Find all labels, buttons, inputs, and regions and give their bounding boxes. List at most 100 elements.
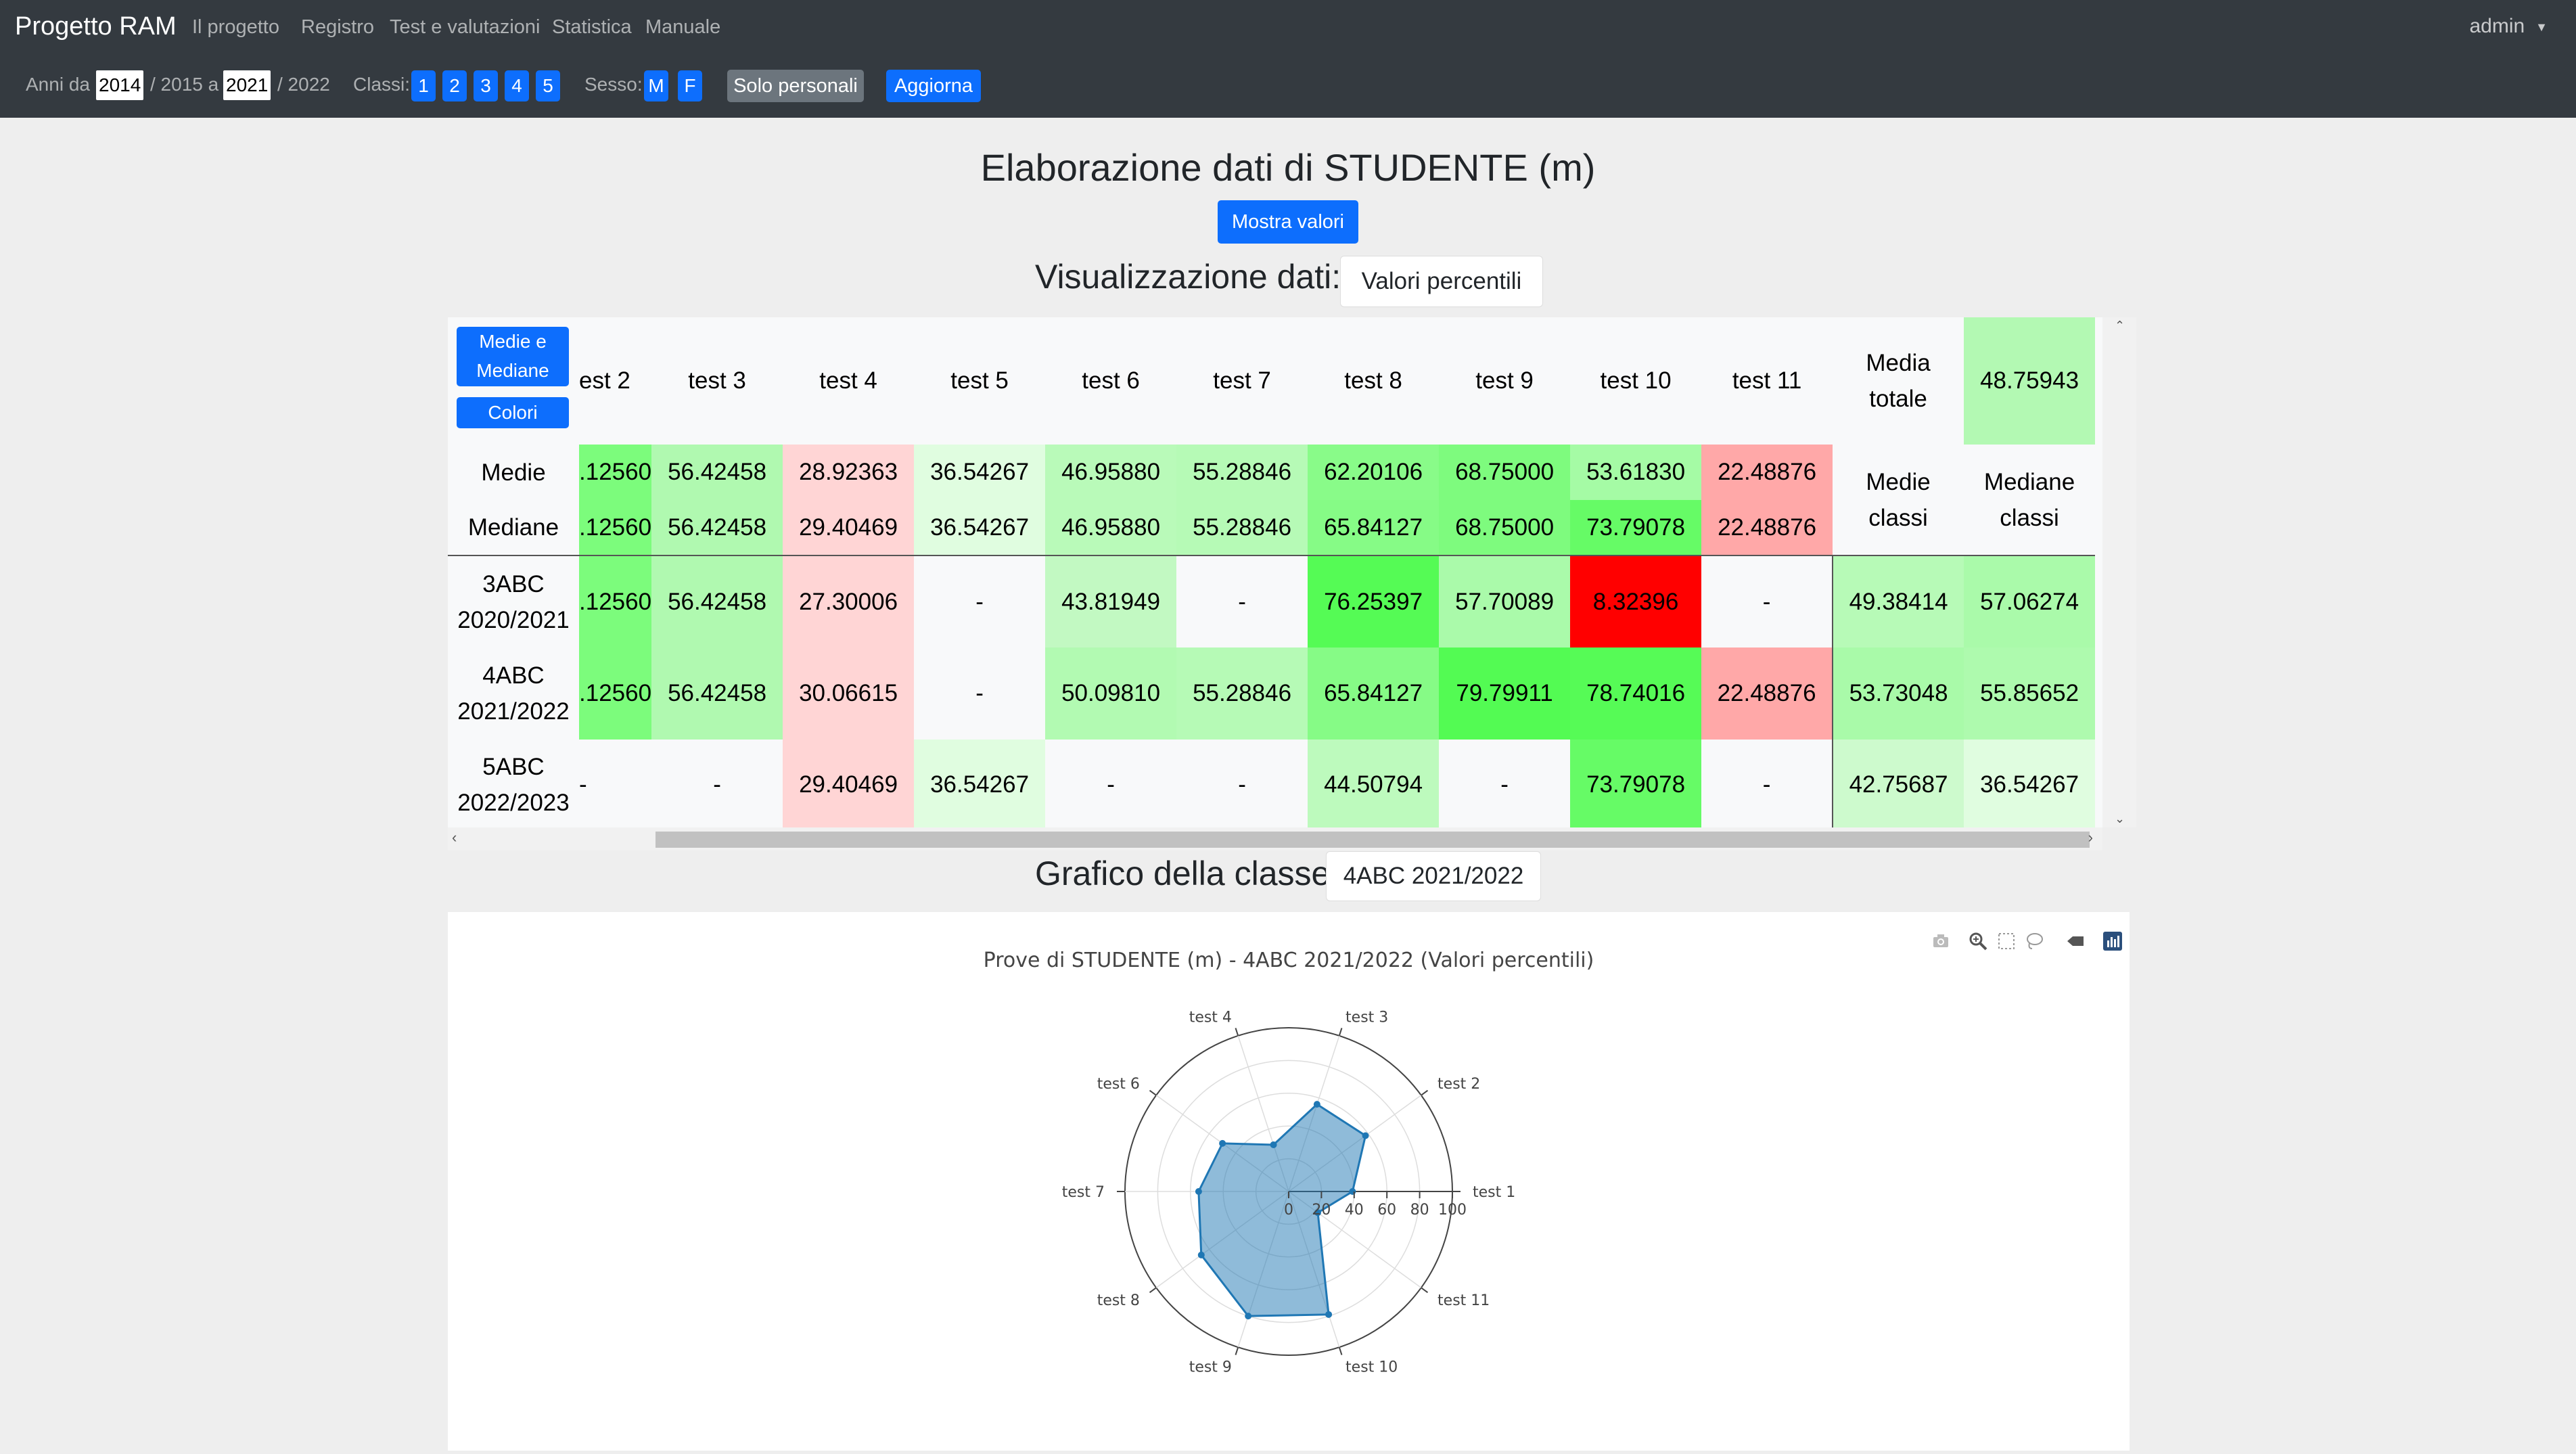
- mediane-classi-header: Mediane classi: [1964, 445, 2096, 556]
- table-cell: -: [1439, 740, 1571, 830]
- classe-1-button[interactable]: 1: [411, 70, 436, 101]
- angular-tick-label: test 10: [1346, 1359, 1398, 1376]
- brand[interactable]: Progetto RAM: [15, 12, 177, 41]
- classe-2-button[interactable]: 2: [442, 70, 467, 101]
- radial-tick-label: 100: [1438, 1202, 1467, 1219]
- table-row: Medie .12560 56.42458 28.92363 36.54267 46.95…: [448, 445, 2096, 556]
- angular-tick-label: test 9: [1189, 1359, 1232, 1376]
- scroll-left-icon[interactable]: ‹: [452, 829, 457, 846]
- table-cell: 28.92363: [783, 445, 915, 500]
- angular-tick-mark: [1338, 1346, 1343, 1355]
- user-name: admin: [2469, 15, 2525, 37]
- mostra-valori-button[interactable]: Mostra valori: [1218, 200, 1358, 244]
- angular-tick-mark: [1421, 1089, 1429, 1096]
- medie-classi-value: 42.75687: [1833, 740, 1964, 830]
- angular-tick-label: test 3: [1346, 1009, 1388, 1026]
- table-cell: 62.20106: [1308, 445, 1440, 500]
- nav-link-registro[interactable]: Registro: [301, 16, 374, 39]
- user-menu[interactable]: admin ▼: [2469, 15, 2548, 38]
- row-label-line1: 4ABC: [482, 662, 545, 689]
- table-cell: 56.42458: [651, 500, 783, 556]
- table-row: 3ABC 2020/2021.12560 56.42458 27.30006-43.8…: [448, 555, 2096, 648]
- row-label-line1: Medie: [481, 459, 546, 486]
- year-from-input[interactable]: 2014: [96, 70, 144, 100]
- scroll-up-icon[interactable]: ⌃: [2115, 319, 2125, 333]
- radar-point: [1219, 1139, 1226, 1147]
- medie-classi-header: Medie classi: [1833, 445, 1964, 556]
- medie-e-mediane-button[interactable]: Medie e Mediane: [457, 327, 569, 386]
- column-header-test-11: test 11: [1701, 317, 1833, 445]
- table-cell: 53.61830: [1570, 445, 1702, 500]
- solo-personali-button[interactable]: Solo personali: [727, 70, 864, 102]
- angular-tick-mark: [1338, 1028, 1343, 1037]
- row-label: Medie: [448, 445, 579, 500]
- radar-chart[interactable]: 0 20 40 60 80 100 test 1 test 2 test 3 test 4 test…: [448, 912, 2130, 1451]
- table-cell: 22.48876: [1701, 648, 1834, 740]
- horizontal-scrollbar[interactable]: ‹ ›: [448, 827, 2102, 850]
- media-totale-value: 48.75943: [1964, 317, 2096, 445]
- column-header-test-6: test 6: [1045, 317, 1177, 445]
- column-header-test-9: test 9: [1439, 317, 1571, 445]
- medie-classi-value: 53.73048: [1833, 648, 1964, 740]
- row-label-line1: Mediane: [467, 514, 559, 541]
- nav-link-test-e-valutazioni[interactable]: Test e valutazioni: [390, 16, 540, 39]
- table-cell: 27.30006: [783, 555, 915, 648]
- angular-tick-mark: [1149, 1089, 1157, 1096]
- caret-down-icon: ▼: [2535, 20, 2548, 34]
- mediane-classi-value: 57.06274: [1964, 555, 2096, 648]
- angular-tick-mark: [1235, 1028, 1239, 1037]
- radial-tick-label: 20: [1312, 1202, 1331, 1219]
- grafico-classe-select[interactable]: 4ABC 2021/2022: [1326, 851, 1541, 901]
- table-cell: 55.28846: [1176, 445, 1308, 500]
- table-cell: -: [1701, 740, 1834, 830]
- mediane-classi-value: 55.85652: [1964, 648, 2096, 740]
- table-cell: 50.09810: [1045, 648, 1177, 740]
- table-row: 5ABC 2022/2023- -29.40469 36.54267- -44.5079…: [448, 740, 2096, 830]
- table-cell: 56.42458: [651, 648, 783, 740]
- table-cell: 36.54267: [914, 500, 1046, 556]
- table-cell: 22.48876: [1701, 445, 1833, 500]
- row-label: 4ABC 2021/2022: [448, 648, 579, 740]
- horizontal-scrollbar-thumb[interactable]: [656, 832, 2090, 848]
- table-cell: -: [914, 648, 1046, 740]
- table-cell: .12560: [579, 555, 652, 648]
- medie-e-mediane-line1: Medie e: [479, 331, 547, 352]
- classe-3-button[interactable]: 3: [474, 70, 498, 101]
- vertical-scrollbar[interactable]: ⌃ ⌄: [2102, 317, 2136, 827]
- colori-button[interactable]: Colori: [457, 397, 569, 428]
- scroll-right-icon[interactable]: ›: [2088, 829, 2093, 846]
- column-header-test-10: test 10: [1570, 317, 1702, 445]
- media-totale-label-line2: totale: [1869, 386, 1927, 412]
- mediane-classi-header-line1: Mediane: [1983, 468, 2075, 495]
- scroll-down-icon[interactable]: ⌄: [2115, 812, 2125, 826]
- angular-tick-mark: [1235, 1346, 1239, 1355]
- visualizzazione-select[interactable]: Valori percentili: [1340, 256, 1543, 307]
- table-cell: .12560: [579, 500, 652, 556]
- table-cell: 36.54267: [914, 445, 1046, 500]
- table-cell: 57.70089: [1439, 555, 1571, 648]
- table-cell: -: [1701, 555, 1834, 648]
- medie-e-mediane-line2: Mediane: [476, 360, 549, 381]
- sesso-m-button[interactable]: M: [644, 70, 668, 101]
- radar-point: [1245, 1313, 1252, 1320]
- table-cell: 36.54267: [914, 740, 1046, 830]
- radial-tick-label: 0: [1284, 1202, 1293, 1219]
- year-to-input[interactable]: 2021: [223, 70, 271, 100]
- table-cell: 29.40469: [783, 740, 915, 830]
- classe-5-button[interactable]: 5: [536, 70, 560, 101]
- anni-da-label: Anni da: [26, 74, 90, 95]
- table-cell: 29.40469: [783, 500, 915, 556]
- medie-classi-value: 49.38414: [1833, 555, 1964, 648]
- nav-link-manuale[interactable]: Manuale: [645, 16, 720, 39]
- table-cell: 46.95880: [1045, 445, 1177, 500]
- aggiorna-button[interactable]: Aggiorna: [886, 70, 981, 102]
- radar-point: [1349, 1188, 1356, 1195]
- angular-tick-label: test 2: [1438, 1076, 1480, 1093]
- classe-4-button[interactable]: 4: [505, 70, 529, 101]
- nav-link-statistica[interactable]: Statistica: [552, 16, 632, 39]
- sesso-f-button[interactable]: F: [678, 70, 702, 101]
- nav-link-il-progetto[interactable]: Il progetto: [192, 16, 279, 39]
- table-cell: 56.42458: [651, 555, 783, 648]
- table-cell: 55.28846: [1176, 648, 1308, 740]
- mediane-classi-value: 36.54267: [1964, 740, 2096, 830]
